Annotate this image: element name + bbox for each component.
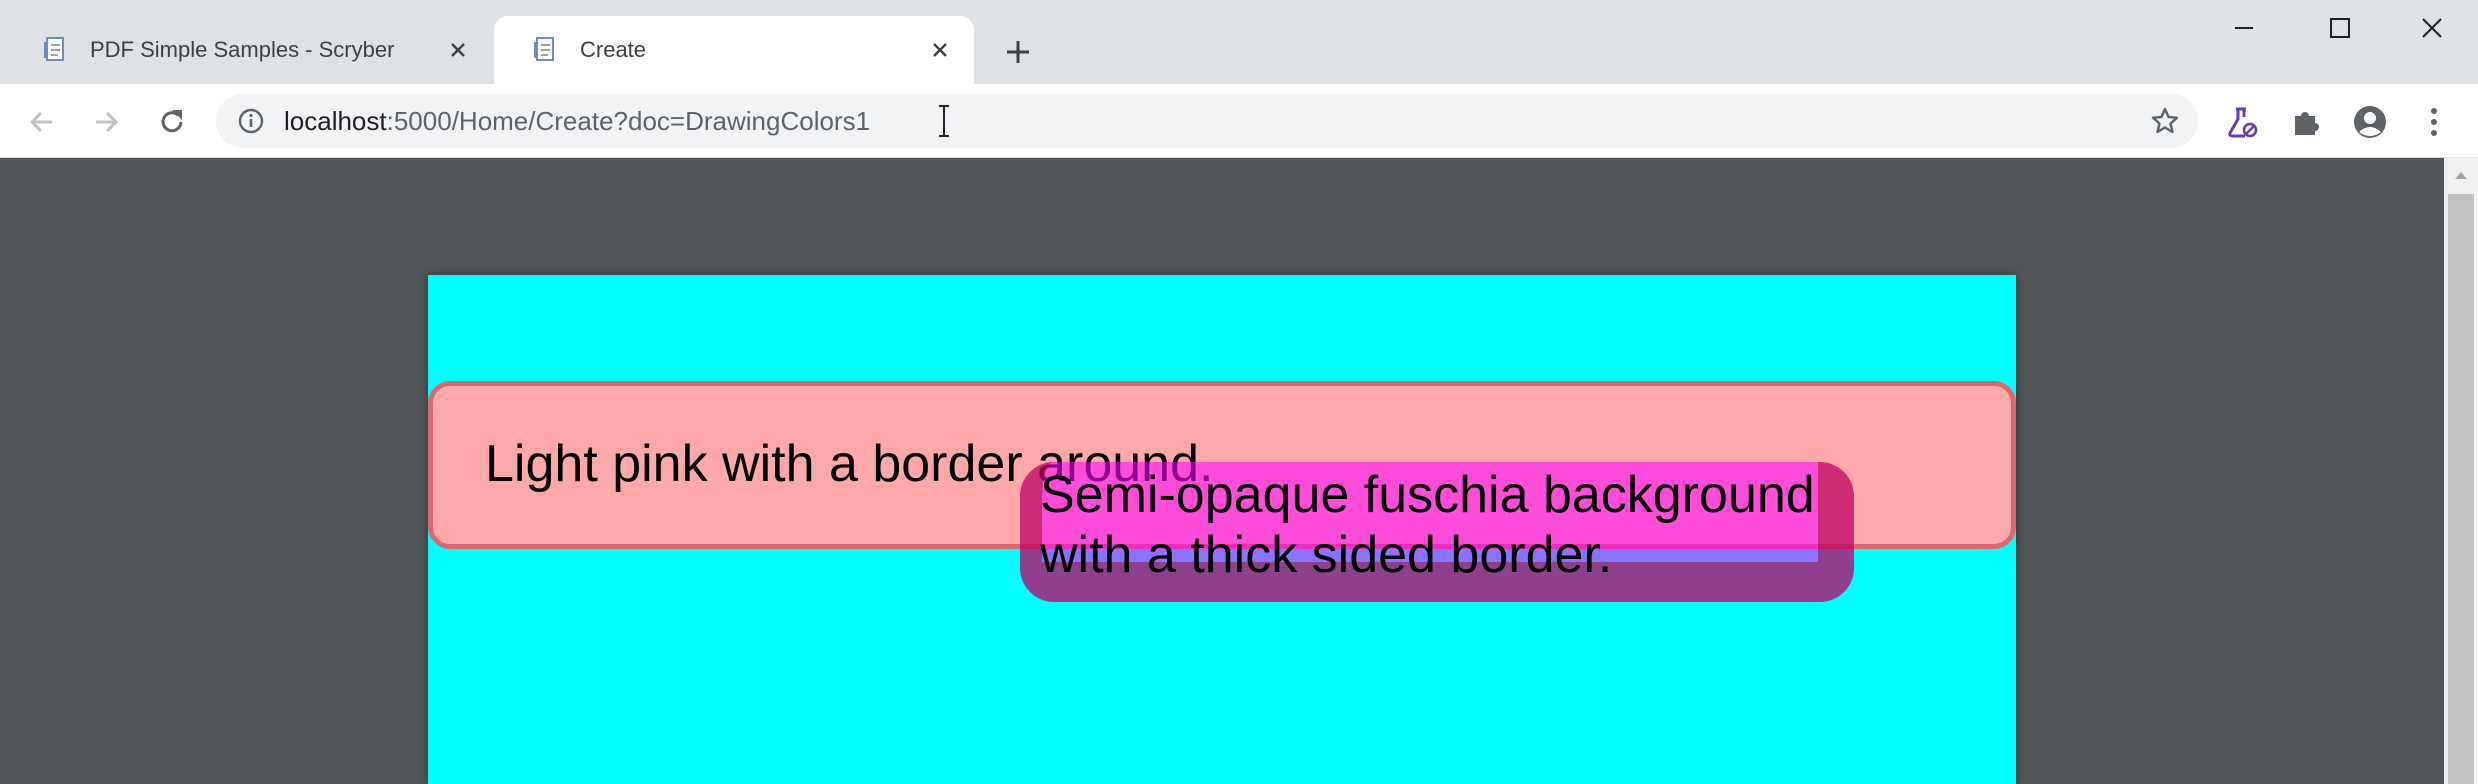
info-icon[interactable]: [236, 106, 266, 136]
url-host: localhost: [284, 106, 387, 136]
minimize-icon[interactable]: [2214, 8, 2274, 48]
star-icon[interactable]: [2150, 106, 2180, 136]
tab-title: PDF Simple Samples - Scryber: [90, 37, 395, 62]
flask-icon[interactable]: [2222, 102, 2262, 142]
tab-pdf-simple-samples[interactable]: PDF Simple Samples - Scryber: [4, 16, 492, 84]
reload-icon[interactable]: [150, 100, 194, 144]
url-text[interactable]: localhost:5000/Home/Create?doc=DrawingCo…: [284, 94, 870, 148]
tab-title: Create: [580, 37, 647, 62]
forward-arrow-icon[interactable]: [84, 100, 128, 144]
maximize-icon[interactable]: [2310, 8, 2370, 48]
kebab-menu-icon[interactable]: [2414, 102, 2454, 142]
vertical-scrollbar[interactable]: [2444, 158, 2478, 784]
puzzle-icon[interactable]: [2286, 102, 2326, 142]
document-favicon-icon: [40, 35, 70, 65]
scroll-up-arrow-icon[interactable]: [2444, 158, 2478, 192]
close-window-icon[interactable]: [2402, 8, 2462, 48]
new-tab-plus-icon[interactable]: [998, 32, 1038, 72]
close-tab-icon[interactable]: [444, 36, 472, 64]
document-favicon-icon: [530, 35, 560, 65]
text-cursor-icon: [936, 104, 952, 138]
tab-strip: PDF Simple Samples - Scryber Create: [0, 0, 2478, 84]
fuchsia-box-text: Semi-opaque fuschia background with a th…: [1040, 466, 1815, 584]
tab-create[interactable]: Create: [494, 16, 974, 84]
url-path: :5000/Home/Create?doc=DrawingColors1: [386, 106, 871, 136]
pdf-page: Light pink with a border around. Semi-op…: [428, 275, 2016, 784]
scrollbar-thumb[interactable]: [2448, 194, 2474, 784]
close-tab-icon[interactable]: [926, 36, 954, 64]
profile-icon[interactable]: [2350, 102, 2390, 142]
back-arrow-icon[interactable]: [20, 100, 64, 144]
browser-toolbar: localhost:5000/Home/Create?doc=DrawingCo…: [0, 84, 2478, 158]
address-bar[interactable]: localhost:5000/Home/Create?doc=DrawingCo…: [216, 94, 2198, 148]
